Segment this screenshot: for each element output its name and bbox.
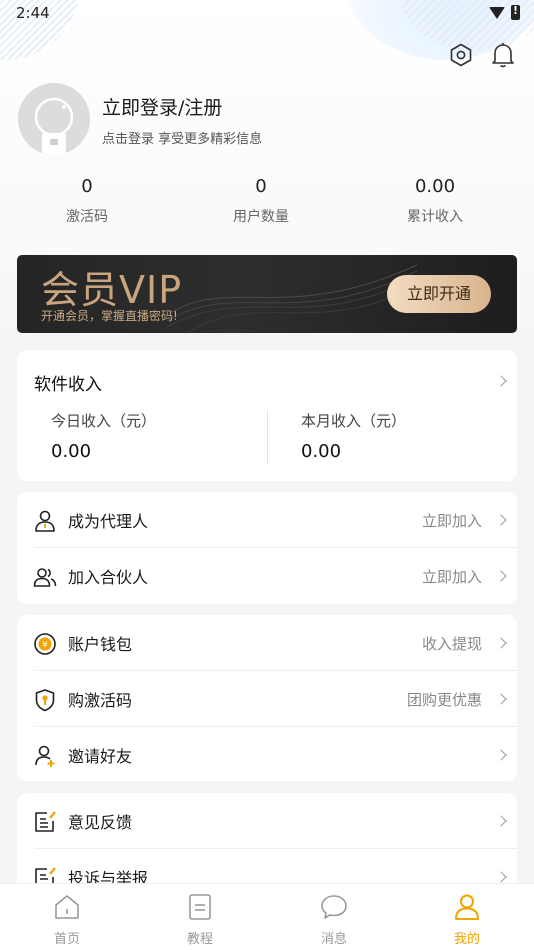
menu-item-invite-friends[interactable]: 邀请好友 [17, 727, 517, 781]
stat-label: 用户数量 [233, 209, 289, 225]
chevron-right-icon [495, 815, 507, 827]
nav-profile[interactable]: 我的 [427, 892, 507, 947]
login-subtitle: 点击登录 享受更多精彩信息 [102, 132, 263, 147]
svg-text:¥: ¥ [42, 641, 48, 651]
battery-icon [511, 4, 520, 20]
stats-row: 0 激活码 0 用户数量 0.00 累计收入 [0, 174, 534, 234]
today-income-label: 今日收入（元） [51, 412, 157, 430]
stat-user-count[interactable]: 0 用户数量 [191, 174, 331, 226]
month-income-label: 本月收入（元） [301, 412, 407, 430]
wallet-menu-card: ¥ 账户钱包 收入提现 购激活码 团购更优惠 邀请好友 [17, 615, 517, 781]
status-icons [489, 4, 520, 20]
menu-item-hint: 立即加入 [421, 512, 482, 530]
menu-item-label: 购激活码 [68, 691, 133, 710]
wifi-icon [489, 6, 505, 19]
chevron-right-icon [495, 570, 507, 582]
menu-item-hint: 团购更优惠 [406, 691, 482, 709]
divider [267, 410, 268, 464]
menu-item-buy-activation-code[interactable]: 购激活码 团购更优惠 [17, 671, 517, 727]
nav-tutorial[interactable]: 教程 [160, 892, 240, 947]
vip-banner[interactable]: 会员VIP 开通会员，掌握直播密码! 立即开通 [17, 255, 517, 333]
today-income: 今日收入（元） 0.00 [51, 410, 156, 462]
document-icon [185, 892, 215, 922]
month-income: 本月收入（元） 0.00 [301, 410, 406, 462]
software-income-card[interactable]: 软件收入 今日收入（元） 0.00 本月收入（元） 0.00 [17, 350, 517, 481]
home-icon [52, 892, 82, 922]
menu-item-hint: 立即加入 [421, 568, 482, 586]
card-title: 软件收入 [34, 375, 102, 395]
menu-item-become-agent[interactable]: 成为代理人 立即加入 [17, 492, 517, 548]
yuan-coin-icon: ¥ [33, 632, 57, 656]
status-time: 2:44 [16, 4, 50, 22]
stat-value: 0 [255, 176, 267, 197]
stat-label: 激活码 [66, 209, 108, 225]
open-vip-button[interactable]: 立即开通 [387, 275, 491, 313]
person-icon [33, 509, 57, 533]
avatar[interactable] [18, 83, 90, 155]
nav-label: 我的 [453, 932, 480, 947]
chevron-right-icon [495, 749, 507, 761]
notification-bell-icon[interactable] [490, 42, 516, 68]
menu-item-label: 邀请好友 [68, 747, 133, 766]
chevron-right-icon [495, 871, 507, 883]
nav-messages[interactable]: 消息 [294, 892, 374, 947]
menu-item-label: 账户钱包 [68, 635, 133, 654]
vip-subtitle: 开通会员，掌握直播密码! [41, 309, 178, 323]
menu-item-label: 加入合伙人 [68, 568, 149, 587]
stat-total-income[interactable]: 0.00 累计收入 [365, 174, 505, 226]
vip-title: 会员VIP [41, 268, 183, 312]
menu-item-hint: 收入提现 [421, 635, 482, 653]
stat-value: 0.00 [414, 176, 456, 197]
edit-note-icon [33, 810, 57, 834]
menu-item-label: 意见反馈 [68, 813, 133, 832]
group-icon [33, 565, 57, 589]
nav-label: 消息 [320, 932, 347, 947]
menu-item-label: 成为代理人 [68, 512, 149, 531]
chevron-right-icon [495, 693, 507, 705]
bottom-navigation: 首页 教程 消息 我的 [0, 883, 534, 950]
nav-home[interactable]: 首页 [27, 892, 107, 947]
agent-menu-card: 成为代理人 立即加入 加入合伙人 立即加入 [17, 492, 517, 604]
nav-label: 首页 [53, 932, 80, 947]
chevron-right-icon [495, 637, 507, 649]
stat-value: 0 [81, 176, 93, 197]
shield-key-icon [33, 688, 57, 712]
nav-label: 教程 [186, 932, 213, 947]
status-bar: 2:44 [0, 0, 534, 28]
settings-icon[interactable] [448, 42, 474, 68]
header-actions [448, 42, 516, 68]
chevron-right-icon [495, 375, 507, 387]
profile-icon [452, 892, 482, 922]
today-income-value: 0.00 [51, 441, 92, 462]
menu-item-feedback[interactable]: 意见反馈 [17, 793, 517, 849]
invite-person-icon [33, 744, 57, 768]
menu-item-account-wallet[interactable]: ¥ 账户钱包 收入提现 [17, 615, 517, 671]
stat-label: 累计收入 [407, 209, 463, 225]
chevron-right-icon [495, 514, 507, 526]
stat-activation-codes[interactable]: 0 激活码 [17, 174, 157, 226]
vip-wave-decoration [167, 264, 417, 333]
month-income-value: 0.00 [301, 441, 342, 462]
login-register-link[interactable]: 立即登录/注册 [102, 93, 222, 120]
menu-item-join-partner[interactable]: 加入合伙人 立即加入 [17, 548, 517, 604]
chat-bubble-icon [319, 892, 349, 922]
